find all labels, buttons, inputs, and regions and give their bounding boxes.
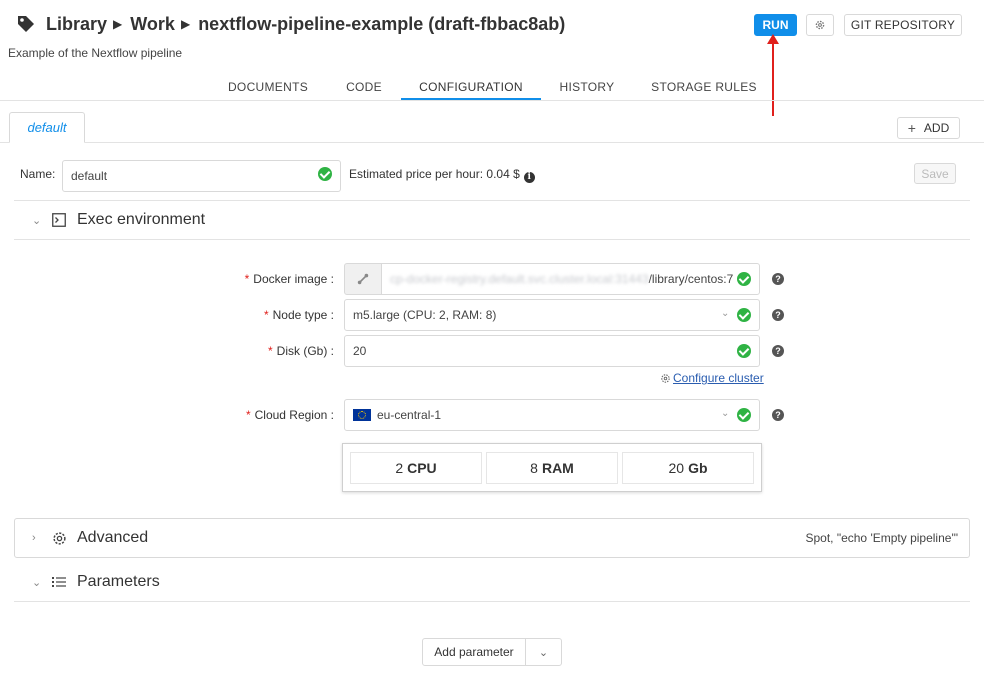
add-configuration-button[interactable]: + ADD <box>897 117 960 139</box>
required-mark: * <box>245 408 251 422</box>
docker-image-picker-button[interactable] <box>344 263 382 295</box>
gear-icon <box>661 373 670 383</box>
node-type-label: * Node type : <box>263 308 334 322</box>
pipeline-tabs: DOCUMENTS CODE CONFIGURATION HISTORY STO… <box>0 72 984 101</box>
docker-registry-blurred: cp-docker-registry.default.svc.cluster.l… <box>390 272 649 286</box>
cloud-region-label-text: Cloud Region <box>254 408 328 422</box>
disk-valid-check-icon <box>737 344 751 358</box>
question-icon[interactable]: ? <box>772 309 784 321</box>
tab-storage-rules[interactable]: STORAGE RULES <box>640 72 768 101</box>
section-divider <box>14 601 970 602</box>
section-divider <box>14 239 970 240</box>
summary-disk-value: 20 <box>668 460 685 476</box>
git-repository-button[interactable]: GIT REPOSITORY <box>844 14 962 36</box>
tab-documents[interactable]: DOCUMENTS <box>216 72 320 101</box>
page-title: nextflow-pipeline-example (draft-fbbac8a… <box>198 13 566 34</box>
exec-environment-header[interactable]: Exec environment <box>52 210 205 230</box>
required-mark: * <box>267 344 273 358</box>
configure-cluster-link[interactable]: Configure cluster <box>673 371 764 385</box>
pipeline-description: Example of the Nextflow pipeline <box>8 46 183 60</box>
summary-ram-unit: RAM <box>541 460 574 476</box>
configure-cluster[interactable]: Configure cluster <box>660 371 764 385</box>
config-tab-default[interactable]: default <box>9 112 85 143</box>
docker-image-input[interactable]: cp-docker-registry.default.svc.cluster.l… <box>381 263 760 295</box>
chevron-down-icon[interactable]: ⌄ <box>32 214 41 227</box>
question-icon[interactable]: ? <box>772 345 784 357</box>
tab-code[interactable]: CODE <box>330 72 398 101</box>
node-type-select[interactable]: m5.large (CPU: 2, RAM: 8) <box>344 299 760 331</box>
add-parameter-button[interactable]: Add parameter <box>422 638 526 666</box>
info-icon[interactable]: i <box>523 172 535 183</box>
summary-cpu-unit: CPU <box>407 460 437 476</box>
name-label: Name: <box>20 167 56 181</box>
add-configuration-label: ADD <box>923 121 950 135</box>
chevron-down-icon[interactable]: ⌄ <box>721 408 729 419</box>
save-button[interactable]: Save <box>914 163 956 184</box>
cloud-region-label: * Cloud Region : <box>245 408 334 422</box>
docker-image-label-text: Docker image <box>253 272 328 286</box>
gear-icon <box>815 20 825 30</box>
question-icon[interactable]: ? <box>772 409 784 421</box>
summary-ram: 8 RAM <box>486 452 618 484</box>
summary-ram-value: 8 <box>530 460 538 476</box>
name-valid-check-icon <box>318 167 332 181</box>
node-type-value: m5.large (CPU: 2, RAM: 8) <box>353 308 497 322</box>
tabs-divider <box>0 100 984 101</box>
resource-summary: 2 CPU 8 RAM 20 Gb <box>342 443 762 492</box>
chevron-down-icon[interactable]: ⌄ <box>721 308 729 319</box>
docker-image-valid-check-icon <box>737 272 751 286</box>
required-mark: * <box>263 308 269 322</box>
node-type-valid-check-icon <box>737 308 751 322</box>
gear-icon <box>53 531 66 545</box>
chevron-right-icon[interactable]: › <box>32 532 36 544</box>
summary-cpu-value: 2 <box>395 460 404 476</box>
disk-label: * Disk (Gb) : <box>267 344 334 358</box>
question-icon[interactable]: ? <box>772 273 784 285</box>
summary-disk-unit: Gb <box>688 460 708 476</box>
cloud-region-select[interactable]: eu-central-1 <box>344 399 760 431</box>
required-mark: * <box>244 272 250 286</box>
eu-flag-icon <box>353 409 371 421</box>
chevron-down-icon: ⌄ <box>538 646 549 659</box>
breadcrumb-library[interactable]: Library <box>46 14 107 35</box>
tab-history[interactable]: HISTORY <box>548 72 626 101</box>
add-parameter-dropdown-button[interactable]: ⌄ <box>525 638 562 666</box>
name-input-value: default <box>71 169 108 183</box>
advanced-title: Advanced <box>77 529 149 546</box>
exec-environment-title: Exec environment <box>77 211 206 228</box>
name-input[interactable]: default <box>62 160 341 192</box>
parameters-header[interactable]: Parameters <box>52 572 160 592</box>
disk-input[interactable]: 20 <box>344 335 760 367</box>
parameters-title: Parameters <box>77 573 160 590</box>
advanced-header[interactable]: Advanced <box>52 528 148 548</box>
disk-value: 20 <box>353 344 367 358</box>
tag-icon <box>18 16 34 32</box>
breadcrumb-work[interactable]: Work <box>130 14 175 35</box>
run-button[interactable]: RUN <box>754 14 797 36</box>
advanced-summary: Spot, "echo 'Empty pipeline'" <box>805 531 958 545</box>
docker-image-label: * Docker image : <box>244 272 334 286</box>
estimated-price: Estimated price per hour: 0.04 $ i <box>349 167 535 183</box>
cloud-region-value: eu-central-1 <box>377 408 442 422</box>
disk-label-text: Disk (Gb) <box>276 344 328 358</box>
settings-button[interactable] <box>806 14 834 36</box>
summary-disk: 20 Gb <box>622 452 754 484</box>
section-divider <box>14 200 970 201</box>
plus-icon: + <box>907 120 916 136</box>
estimated-price-text: Estimated price per hour: 0.04 $ <box>349 167 520 181</box>
config-tabs-divider <box>0 142 984 143</box>
cloud-region-valid-check-icon <box>737 408 751 422</box>
breadcrumb-separator-icon: ▶ <box>113 17 123 31</box>
terminal-icon <box>52 213 66 227</box>
breadcrumb-separator-icon: ▶ <box>180 17 191 31</box>
tab-configuration[interactable]: CONFIGURATION <box>401 72 541 101</box>
breadcrumb: Library ▶ Work ▶ nextflow-pipeline-examp… <box>16 10 565 38</box>
docker-image-icon <box>357 273 369 285</box>
list-icon <box>52 577 66 587</box>
node-type-label-text: Node type <box>272 308 328 322</box>
chevron-down-icon[interactable]: ⌄ <box>32 576 41 589</box>
summary-cpu: 2 CPU <box>350 452 482 484</box>
docker-image-value: /library/centos:7 <box>648 272 734 286</box>
